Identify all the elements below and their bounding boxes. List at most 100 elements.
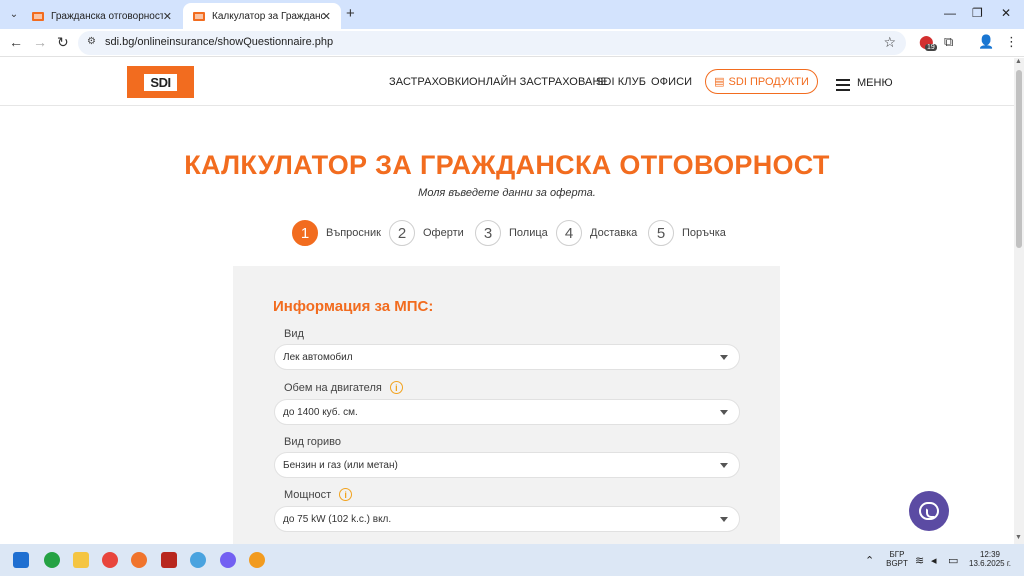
scroll-thumb[interactable]	[1016, 70, 1022, 248]
viber-taskbar-icon[interactable]	[220, 552, 236, 568]
browser-tab-bar: ⌄ Гражданска отговорност - Це ✕ Калкулат…	[0, 0, 1024, 29]
label-text: Мощност	[284, 488, 332, 501]
fuel-type-select[interactable]: Бензин и газ (или метан)	[274, 452, 740, 478]
close-tab-icon[interactable]: ✕	[322, 10, 331, 23]
date: 13.6.2025 г.	[969, 559, 1011, 568]
nav-online-insurance[interactable]: ОНЛАЙН ЗАСТРАХОВАНЕ	[469, 76, 608, 88]
viber-chat-button[interactable]	[909, 491, 949, 531]
page-title: КАЛКУЛАТОР ЗА ГРАЖДАНСКА ОТГОВОРНОСТ	[184, 150, 830, 180]
extension-badge: 19	[925, 44, 937, 51]
document-icon: ▤	[714, 76, 725, 88]
section-title: Информация за МПС:	[273, 298, 434, 315]
file-explorer-icon[interactable]	[73, 552, 89, 568]
step-number: 5	[648, 220, 674, 246]
scroll-up-arrow-icon[interactable]: ▲	[1015, 58, 1022, 65]
chrome-icon[interactable]	[102, 552, 118, 568]
new-tab-plus-icon[interactable]: +	[346, 5, 355, 22]
address-bar[interactable]: ⚙ sdi.bg/onlineinsurance/showQuestionnai…	[78, 31, 906, 55]
info-icon[interactable]: i	[389, 381, 403, 394]
windows-start-icon[interactable]	[13, 552, 29, 568]
logo-text: SDI	[144, 73, 177, 91]
vehicle-type-select[interactable]: Лек автомобил	[274, 344, 740, 370]
lang-top: БГР	[889, 550, 905, 559]
chevron-down-icon	[720, 463, 728, 468]
vehicle-type-label: Вид	[284, 328, 304, 340]
sdi-favicon-icon	[32, 11, 44, 21]
more-options-icon[interactable]: ⋮	[1005, 34, 1018, 50]
filezilla-icon[interactable]	[161, 552, 177, 568]
windows-taskbar: ⌃ БГР BGPT ≋ ◂ ▭ 12:39 13.6.2025 г.	[0, 544, 1024, 576]
sdi-products-button[interactable]: ▤ SDI ПРОДУКТИ	[705, 69, 818, 94]
browser-tab-2-active[interactable]: Калкулатор за Гражданска От ✕	[183, 3, 341, 29]
scroll-down-arrow-icon[interactable]: ▼	[1015, 534, 1022, 541]
label-text: Вид	[284, 328, 304, 340]
step-questionnaire[interactable]: 1 Въпросник	[292, 220, 381, 246]
power-label: Мощност i	[284, 488, 353, 501]
sun-app-icon[interactable]	[249, 552, 265, 568]
chevron-down-icon	[720, 410, 728, 415]
extensions-puzzle-icon[interactable]: ⧉	[944, 34, 953, 50]
step-label: Доставка	[590, 227, 638, 239]
engine-volume-label: Обем на двигателя i	[284, 381, 403, 394]
power-select[interactable]: до 75 kW (102 k.c.) вкл.	[274, 506, 740, 532]
url-text: sdi.bg/onlineinsurance/showQuestionnaire…	[105, 36, 334, 48]
step-offers[interactable]: 2 Оферти	[389, 220, 464, 246]
step-number: 2	[389, 220, 415, 246]
minimize-icon[interactable]: —	[944, 6, 956, 20]
reload-icon[interactable]: ↻	[57, 34, 69, 51]
tab-title: Гражданска отговорност - Це	[51, 10, 163, 22]
site-info-icon[interactable]: ⚙	[87, 36, 96, 47]
tab-title: Калкулатор за Гражданска От	[212, 10, 324, 22]
nav-sdi-club[interactable]: SDI КЛУБ	[596, 76, 646, 88]
step-policy[interactable]: 3 Полица	[475, 220, 548, 246]
close-tab-icon[interactable]: ✕	[163, 10, 172, 23]
browser-tab-1[interactable]: Гражданска отговорност - Це ✕	[22, 3, 182, 29]
page-subtitle: Моля въведете данни за оферта.	[418, 187, 596, 199]
close-window-icon[interactable]: ✕	[1001, 6, 1011, 20]
battery-icon[interactable]: ▭	[948, 554, 958, 567]
hamburger-menu-icon[interactable]	[836, 79, 850, 94]
select-value: до 1400 куб. см.	[283, 407, 358, 418]
nav-offices[interactable]: ОФИСИ	[651, 76, 692, 88]
step-label: Оферти	[423, 227, 464, 239]
select-value: до 75 kW (102 k.c.) вкл.	[283, 514, 392, 525]
step-number: 1	[292, 220, 318, 246]
label-text: Обем на двигателя	[284, 381, 382, 394]
step-order[interactable]: 5 Поръчка	[648, 220, 726, 246]
step-delivery[interactable]: 4 Доставка	[556, 220, 637, 246]
chevron-down-icon	[720, 355, 728, 360]
wifi-icon[interactable]: ≋	[915, 554, 924, 567]
forward-arrow-icon[interactable]: →	[33, 34, 47, 50]
time: 12:39	[979, 550, 1001, 559]
menu-label[interactable]: МЕНЮ	[857, 77, 893, 89]
select-value: Лек автомобил	[283, 352, 353, 363]
products-label: SDI ПРОДУКТИ	[728, 75, 809, 88]
whatsapp-icon[interactable]	[44, 552, 60, 568]
step-number: 4	[556, 220, 582, 246]
bookmark-star-icon[interactable]: ☆	[883, 34, 896, 51]
select-value: Бензин и газ (или метан)	[283, 460, 398, 471]
step-label: Поръчка	[682, 227, 726, 239]
fuel-type-label: Вид гориво	[284, 436, 341, 448]
lang-bottom: BGPT	[886, 559, 908, 568]
viber-phone-icon	[919, 502, 939, 520]
sdi-logo[interactable]: SDI	[127, 66, 194, 98]
chevron-up-icon[interactable]: ⌃	[865, 554, 874, 567]
globe-app-icon[interactable]	[190, 552, 206, 568]
volume-icon[interactable]: ◂	[931, 554, 937, 567]
engine-volume-select[interactable]: до 1400 куб. см.	[274, 399, 740, 425]
step-number: 3	[475, 220, 501, 246]
firefox-icon[interactable]	[131, 552, 147, 568]
sdi-favicon-icon	[193, 11, 205, 21]
tab-search-chevron-icon[interactable]: ⌄	[6, 6, 22, 22]
nav-insurances[interactable]: ЗАСТРАХОВКИ	[389, 76, 469, 88]
restore-icon[interactable]: ❐	[972, 6, 983, 20]
chevron-down-icon	[720, 517, 728, 522]
clock[interactable]: 12:39 13.6.2025 г.	[964, 550, 1016, 568]
language-indicator[interactable]: БГР BGPT	[884, 550, 910, 568]
profile-icon[interactable]: 👤	[978, 34, 994, 50]
step-label: Въпросник	[326, 227, 381, 239]
page-scrollbar[interactable]: ▲ ▼	[1014, 58, 1024, 544]
info-icon[interactable]: i	[339, 488, 353, 501]
back-arrow-icon[interactable]: ←	[9, 34, 23, 50]
